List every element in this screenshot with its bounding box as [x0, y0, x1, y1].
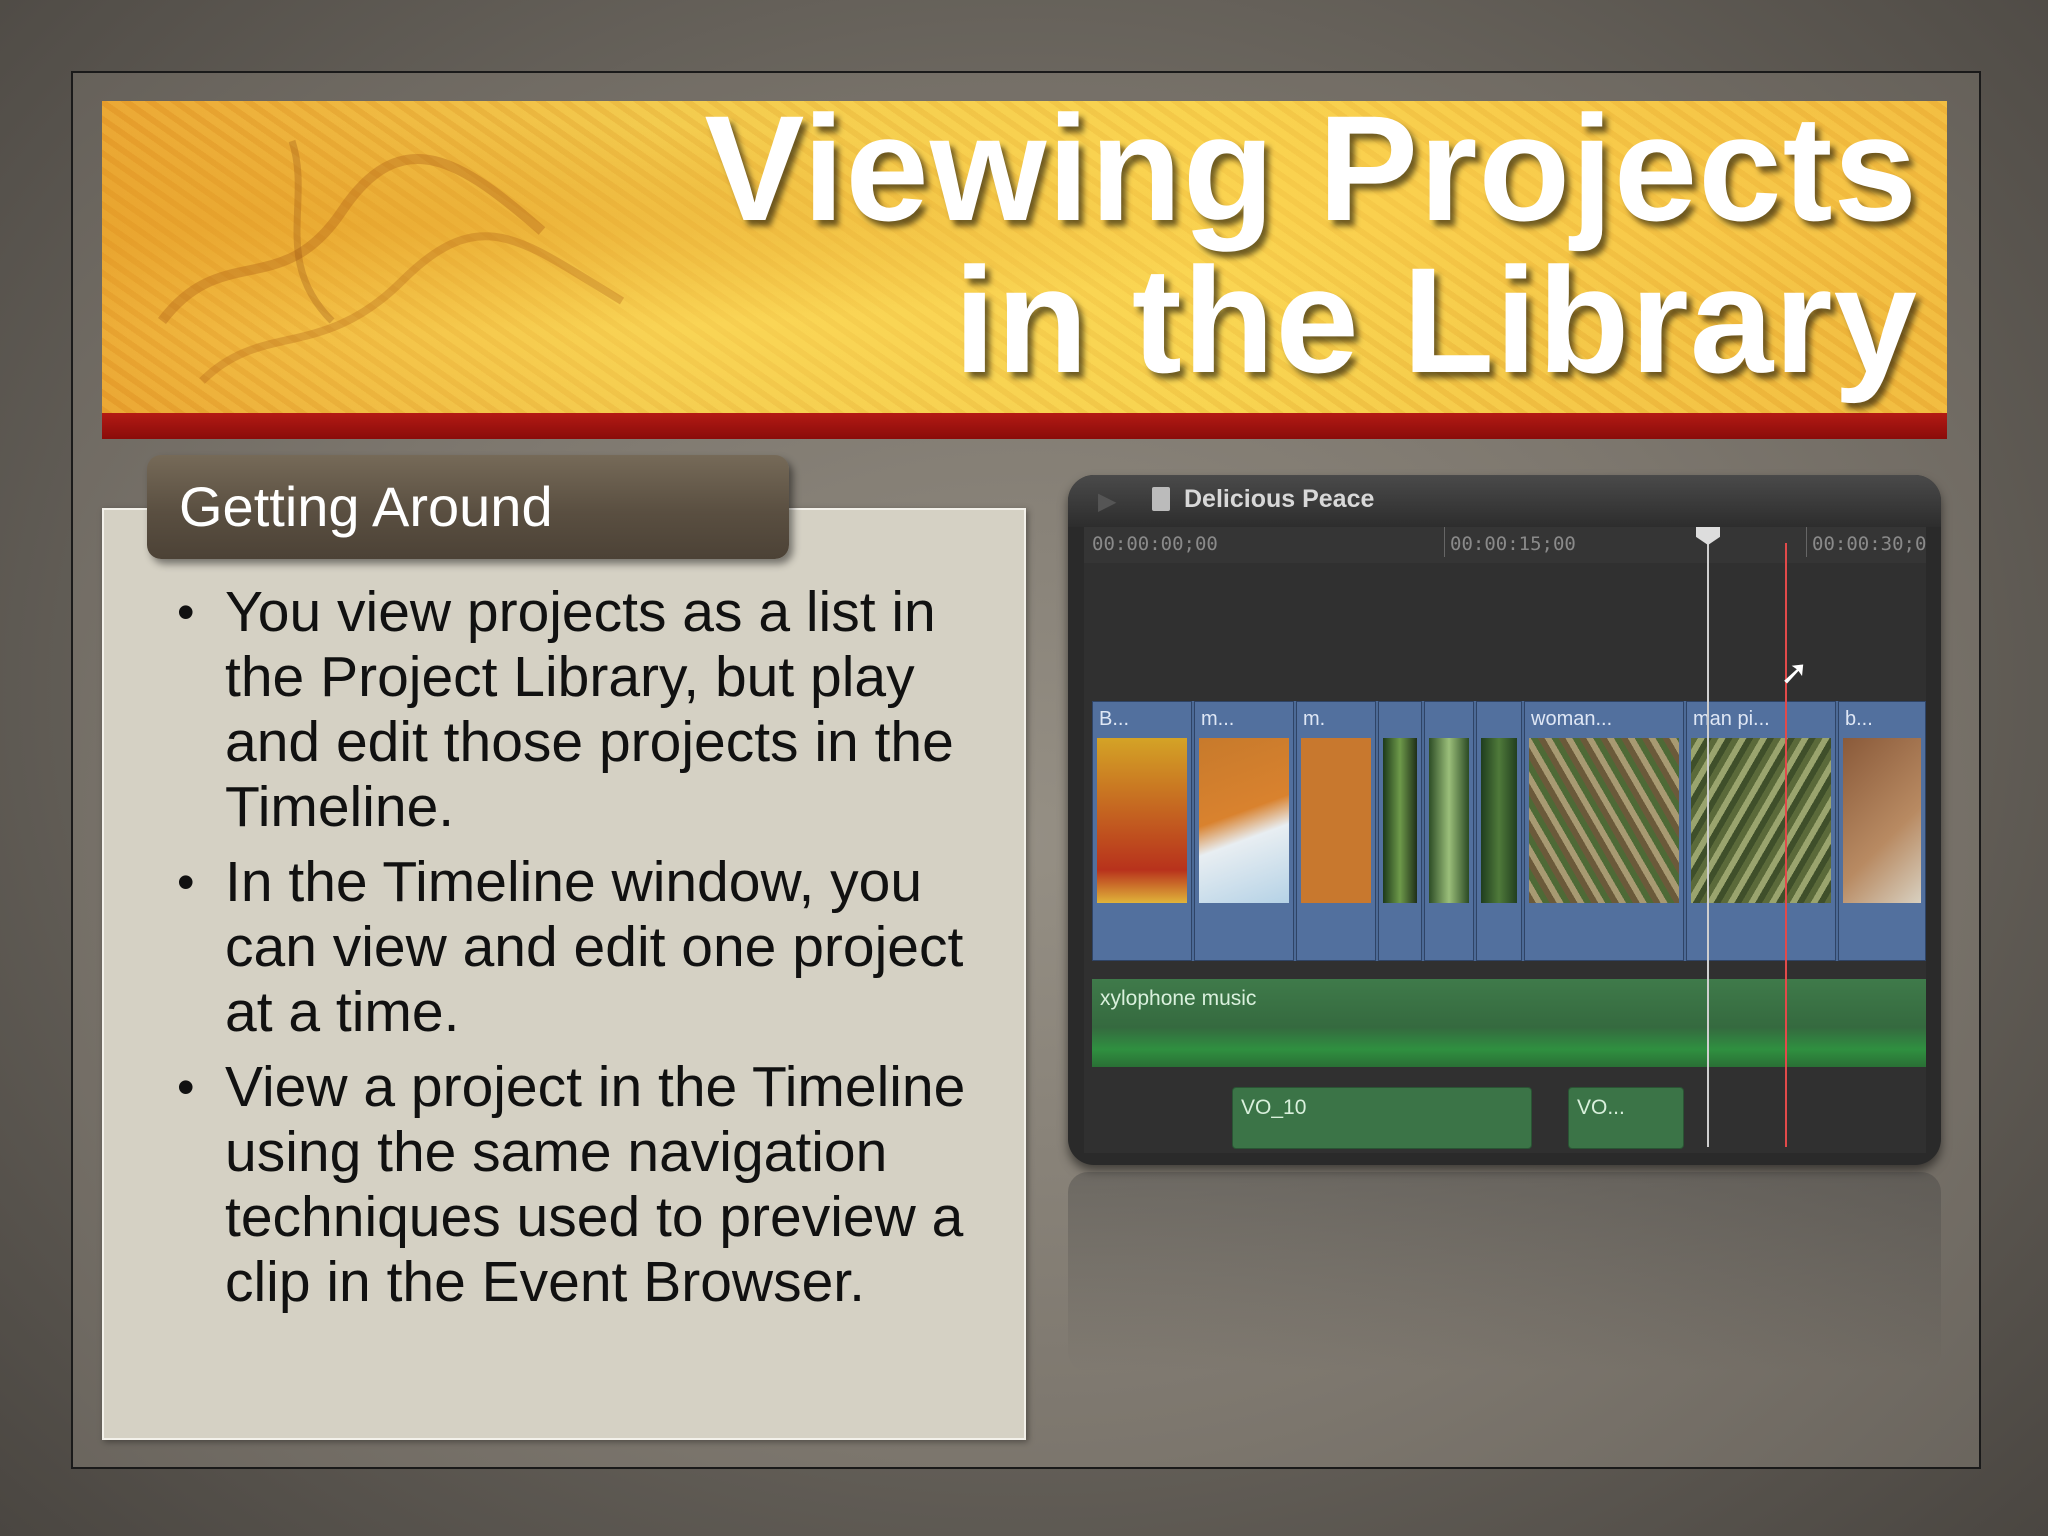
- slide-title-line1: Viewing Projects: [704, 84, 1918, 252]
- section-tab-label: Getting Around: [179, 475, 553, 538]
- video-clip[interactable]: [1424, 701, 1474, 961]
- clip-label: man pi...: [1693, 708, 1770, 730]
- clip-thumbnail: [1843, 738, 1921, 903]
- bullet-item: • In the Timeline window, you can view a…: [165, 850, 985, 1045]
- video-clip[interactable]: m...: [1194, 701, 1294, 961]
- bullet-item: • View a project in the Timeline using t…: [165, 1055, 985, 1315]
- audio-clip-music[interactable]: xylophone music: [1092, 979, 1926, 1067]
- clip-thumbnail: [1301, 738, 1371, 903]
- voiceover-clip-label: VO...: [1577, 1096, 1625, 1119]
- bullet-item: • You view projects as a list in the Pro…: [165, 580, 985, 840]
- video-clip[interactable]: b...: [1838, 701, 1926, 961]
- voiceover-clip[interactable]: VO_10: [1232, 1087, 1532, 1149]
- clip-thumbnail: [1529, 738, 1679, 903]
- slide-title: Viewing Projects in the Library: [618, 92, 1918, 396]
- voiceover-clip[interactable]: VO...: [1568, 1087, 1684, 1149]
- ruler-tick-label: 00:00:15;00: [1450, 533, 1576, 555]
- bullet-text: View a project in the Timeline using the…: [225, 1055, 966, 1314]
- ruler-tick-line: [1806, 527, 1807, 557]
- ruler-tick-label: 00:00:00;00: [1092, 533, 1218, 555]
- timeline-project-name: Delicious Peace: [1184, 485, 1375, 513]
- bullet-text: In the Timeline window, you can view and…: [225, 850, 964, 1044]
- bullet-list: • You view projects as a list in the Pro…: [165, 580, 985, 1325]
- timeline-screenshot: ▶ Delicious Peace 00:00:00;00 00:00:15;0…: [1068, 475, 1941, 1165]
- pointer-cursor-icon: ➚: [1780, 654, 1809, 692]
- ruler-tick-line: [1444, 527, 1445, 557]
- clip-thumbnail: [1199, 738, 1289, 903]
- bullet-glyph: •: [177, 584, 195, 640]
- timeline-reflection: [1068, 1172, 1941, 1372]
- bullet-glyph: •: [177, 854, 195, 910]
- clip-thumbnail: [1691, 738, 1831, 903]
- section-tab: Getting Around: [147, 455, 789, 559]
- voiceover-clip-label: VO_10: [1241, 1096, 1307, 1119]
- skimmer-line: [1785, 543, 1787, 1147]
- ruler-tick-label: 00:00:30;0: [1812, 533, 1927, 555]
- clip-label: woman...: [1531, 708, 1613, 730]
- video-clip[interactable]: m.: [1296, 701, 1376, 961]
- project-document-icon: [1152, 487, 1170, 511]
- timeline-header: ▶ Delicious Peace: [1068, 475, 1941, 527]
- clip-label: m...: [1201, 708, 1235, 730]
- clip-thumbnail: [1383, 738, 1417, 903]
- video-clip[interactable]: woman...: [1524, 701, 1684, 961]
- clip-thumbnail: [1481, 738, 1517, 903]
- playhead-line[interactable]: [1707, 527, 1709, 1147]
- play-icon[interactable]: ▶: [1098, 487, 1116, 516]
- bullet-glyph: •: [177, 1059, 195, 1115]
- video-clip[interactable]: B...: [1092, 701, 1192, 961]
- audio-clip-label: xylophone music: [1100, 987, 1257, 1010]
- clip-thumbnail: [1429, 738, 1469, 903]
- slide-title-line2: in the Library: [953, 236, 1918, 404]
- bullet-text: You view projects as a list in the Proje…: [225, 580, 954, 839]
- clip-label: m.: [1303, 708, 1326, 730]
- clip-thumbnail: [1097, 738, 1187, 903]
- clip-label: b...: [1845, 708, 1873, 730]
- banner-texture-pattern: [158, 139, 625, 384]
- banner-red-stripe: [102, 413, 1947, 439]
- video-clip[interactable]: [1476, 701, 1522, 961]
- clip-label: B...: [1099, 708, 1130, 730]
- timeline-ruler[interactable]: 00:00:00;00 00:00:15;00 00:00:30;0: [1084, 527, 1926, 564]
- video-clip[interactable]: [1378, 701, 1422, 961]
